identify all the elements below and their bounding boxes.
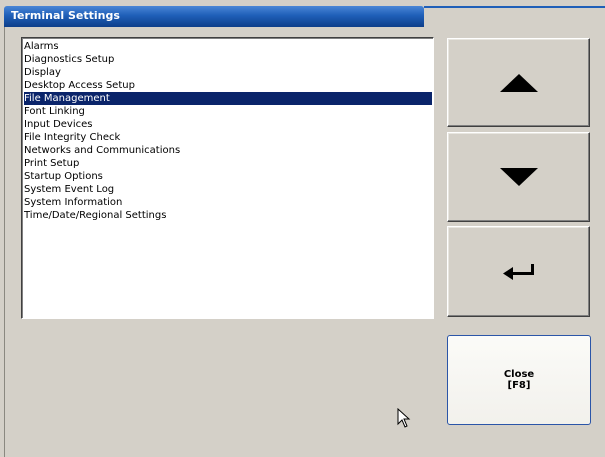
terminal-settings-window: Terminal Settings Alarms Diagnostics Set… [0, 0, 605, 457]
enter-button[interactable] [447, 226, 590, 317]
close-button-label: Close [F8] [448, 369, 590, 391]
list-item[interactable]: Time/Date/Regional Settings [24, 209, 432, 222]
list-item[interactable]: Networks and Communications [24, 144, 432, 157]
window-title: Terminal Settings [11, 9, 120, 22]
close-shortcut: [F8] [507, 380, 531, 391]
list-item[interactable]: System Event Log [24, 183, 432, 196]
list-item[interactable]: Font Linking [24, 105, 432, 118]
list-item[interactable]: Startup Options [24, 170, 432, 183]
list-item[interactable]: Display [24, 66, 432, 79]
list-item[interactable]: Print Setup [24, 157, 432, 170]
close-button[interactable]: Close [F8] [447, 335, 591, 425]
scroll-up-button[interactable] [447, 38, 590, 127]
title-bar-edge [424, 6, 605, 8]
list-item[interactable]: File Management [24, 92, 432, 105]
scroll-down-button[interactable] [447, 132, 590, 222]
list-item[interactable]: Diagnostics Setup [24, 53, 432, 66]
close-text: Close [503, 369, 535, 380]
enter-arrow-icon [502, 263, 534, 280]
title-bar: Terminal Settings [4, 6, 424, 27]
up-arrow-icon [499, 73, 538, 92]
list-item[interactable]: System Information [24, 196, 432, 209]
list-item[interactable]: Input Devices [24, 118, 432, 131]
settings-list[interactable]: Alarms Diagnostics Setup Display Desktop… [21, 37, 434, 319]
down-arrow-icon [499, 168, 538, 186]
list-item[interactable]: File Integrity Check [24, 131, 432, 144]
mouse-pointer-icon [397, 408, 411, 428]
list-item[interactable]: Alarms [24, 40, 432, 53]
list-item[interactable]: Desktop Access Setup [24, 79, 432, 92]
